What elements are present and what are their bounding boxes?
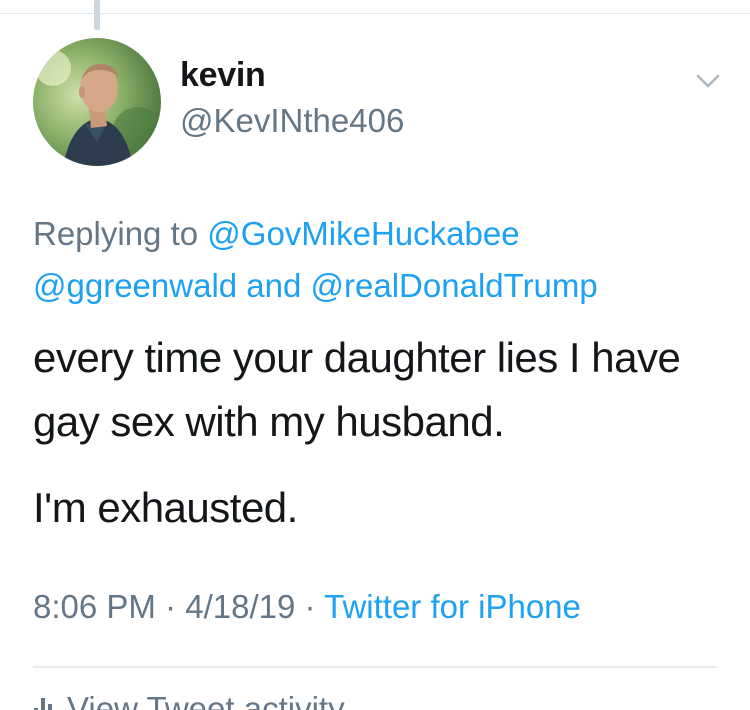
meta-separator: · [304,588,316,625]
avatar-photo [33,38,161,166]
view-tweet-activity-label: View Tweet activity [67,690,345,710]
replying-to-line: Replying to @GovMikeHuckabee @ggreenwald… [33,208,723,312]
tweet-text: every time your daughter lies I have gay… [33,326,733,540]
tweet-time: 8:06 PM [33,588,156,625]
author-handle[interactable]: @KevINthe406 [180,102,404,140]
mention-govmikehuckabee[interactable]: @GovMikeHuckabee [207,215,519,252]
tweet-source-link[interactable]: Twitter for iPhone [324,588,581,625]
chevron-down-icon[interactable] [690,68,726,96]
tweet-date: 4/18/19 [185,588,296,625]
tweet-metadata: 8:06 PM · 4/18/19 · Twitter for iPhone [33,588,581,626]
thread-connector-line [94,0,100,30]
mention-ggreenwald[interactable]: @ggreenwald [33,267,237,304]
replying-to-label: Replying to [33,215,199,252]
tweet-text-paragraph: I'm exhausted. [33,484,298,531]
tweet-text-paragraph: every time your daughter lies I have gay… [33,334,681,445]
tweet-detail-view: kevin @KevINthe406 Replying to @GovMikeH… [0,0,750,710]
replying-joiner[interactable]: and [246,267,301,304]
mention-realdonaldtrump[interactable]: @realDonaldTrump [311,267,598,304]
meta-separator: · [165,588,177,625]
avatar[interactable] [33,38,161,166]
author-display-name[interactable]: kevin [180,56,266,95]
view-tweet-activity-link[interactable]: View Tweet activity [33,690,345,710]
bar-chart-icon [33,692,53,710]
bottom-divider [33,666,717,668]
top-divider [0,13,750,14]
